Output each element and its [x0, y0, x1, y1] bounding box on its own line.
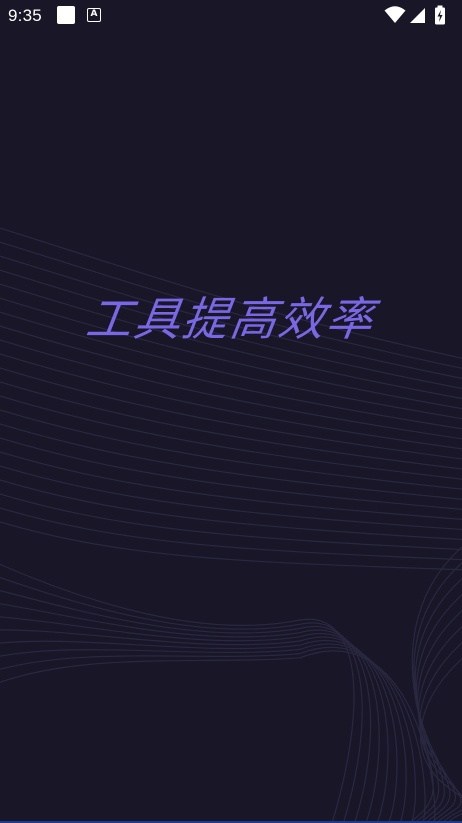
notification-square-icon [57, 6, 75, 24]
splash-slogan: 工具提高效率 [82, 292, 379, 346]
wave-lines-background [0, 227, 462, 823]
status-bar: 9:35 A [0, 0, 462, 32]
notification-a-icon: A [87, 8, 101, 22]
wave-line [413, 562, 462, 823]
status-time: 9:35 [8, 6, 42, 25]
wave-line [0, 353, 462, 450]
wave-line [0, 521, 462, 571]
wifi-icon [384, 6, 406, 23]
wave-line [0, 493, 462, 551]
wave-line [0, 367, 462, 460]
wave-line [0, 576, 363, 823]
splash-screen: 9:35 A 工具提高效率 [0, 0, 462, 823]
wave-line [0, 479, 462, 541]
battery-charging-icon [435, 5, 445, 25]
wave-line [0, 603, 380, 823]
wave-line [0, 339, 462, 440]
wave-line [0, 643, 417, 823]
system-icons [384, 5, 454, 25]
cell-signal-icon [410, 8, 425, 23]
wave-line [0, 563, 355, 823]
wave-line [0, 650, 436, 823]
